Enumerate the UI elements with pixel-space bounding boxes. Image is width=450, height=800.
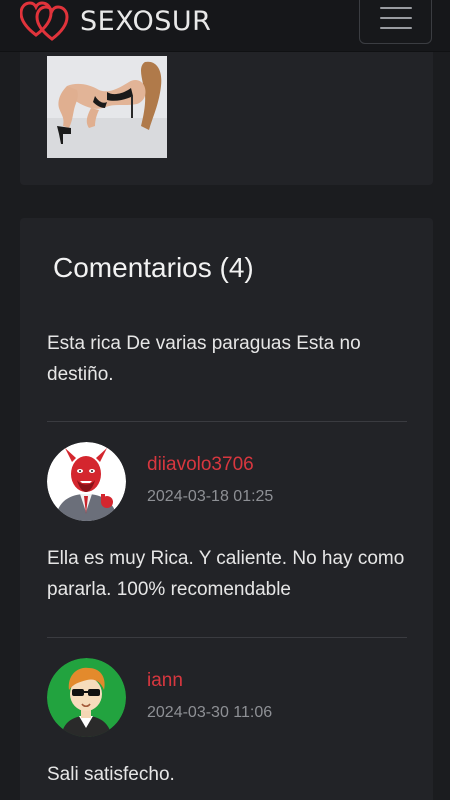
double-heart-logo-icon [20, 1, 69, 41]
comments-title: Comentarios (4) [53, 252, 254, 283]
comment-date: 2024-03-18 01:25 [147, 488, 274, 505]
comment-divider [47, 421, 407, 422]
devil-avatar-icon [47, 442, 126, 521]
comment-username[interactable]: diiavolo3706 [147, 454, 254, 476]
avatar[interactable] [47, 442, 126, 521]
comment-intro-text: Esta rica De varias paraguas Esta no des… [47, 333, 361, 385]
brand-name: SEXOSUR [80, 5, 212, 37]
listing-photo[interactable] [47, 56, 167, 158]
menu-button[interactable] [359, 0, 432, 44]
sunglasses-avatar-icon [47, 658, 126, 737]
brand-logo[interactable]: SEXOSUR [20, 0, 211, 42]
comment-divider [47, 637, 407, 638]
avatar[interactable] [47, 658, 126, 737]
comments-section: Comentarios (4) Esta rica De varias para… [20, 218, 433, 800]
comment-username[interactable]: iann [147, 670, 183, 692]
hamburger-menu-icon [379, 7, 412, 29]
comment-text: Ella es muy Rica. Y caliente. No hay com… [47, 548, 405, 600]
comment-date: 2024-03-30 11:06 [147, 704, 273, 721]
top-navbar: SEXOSUR [0, 0, 450, 52]
photo-thumbnail-image [47, 56, 167, 158]
listing-photo-card [20, 40, 433, 185]
comment-text: Sali satisfecho. [47, 764, 175, 785]
